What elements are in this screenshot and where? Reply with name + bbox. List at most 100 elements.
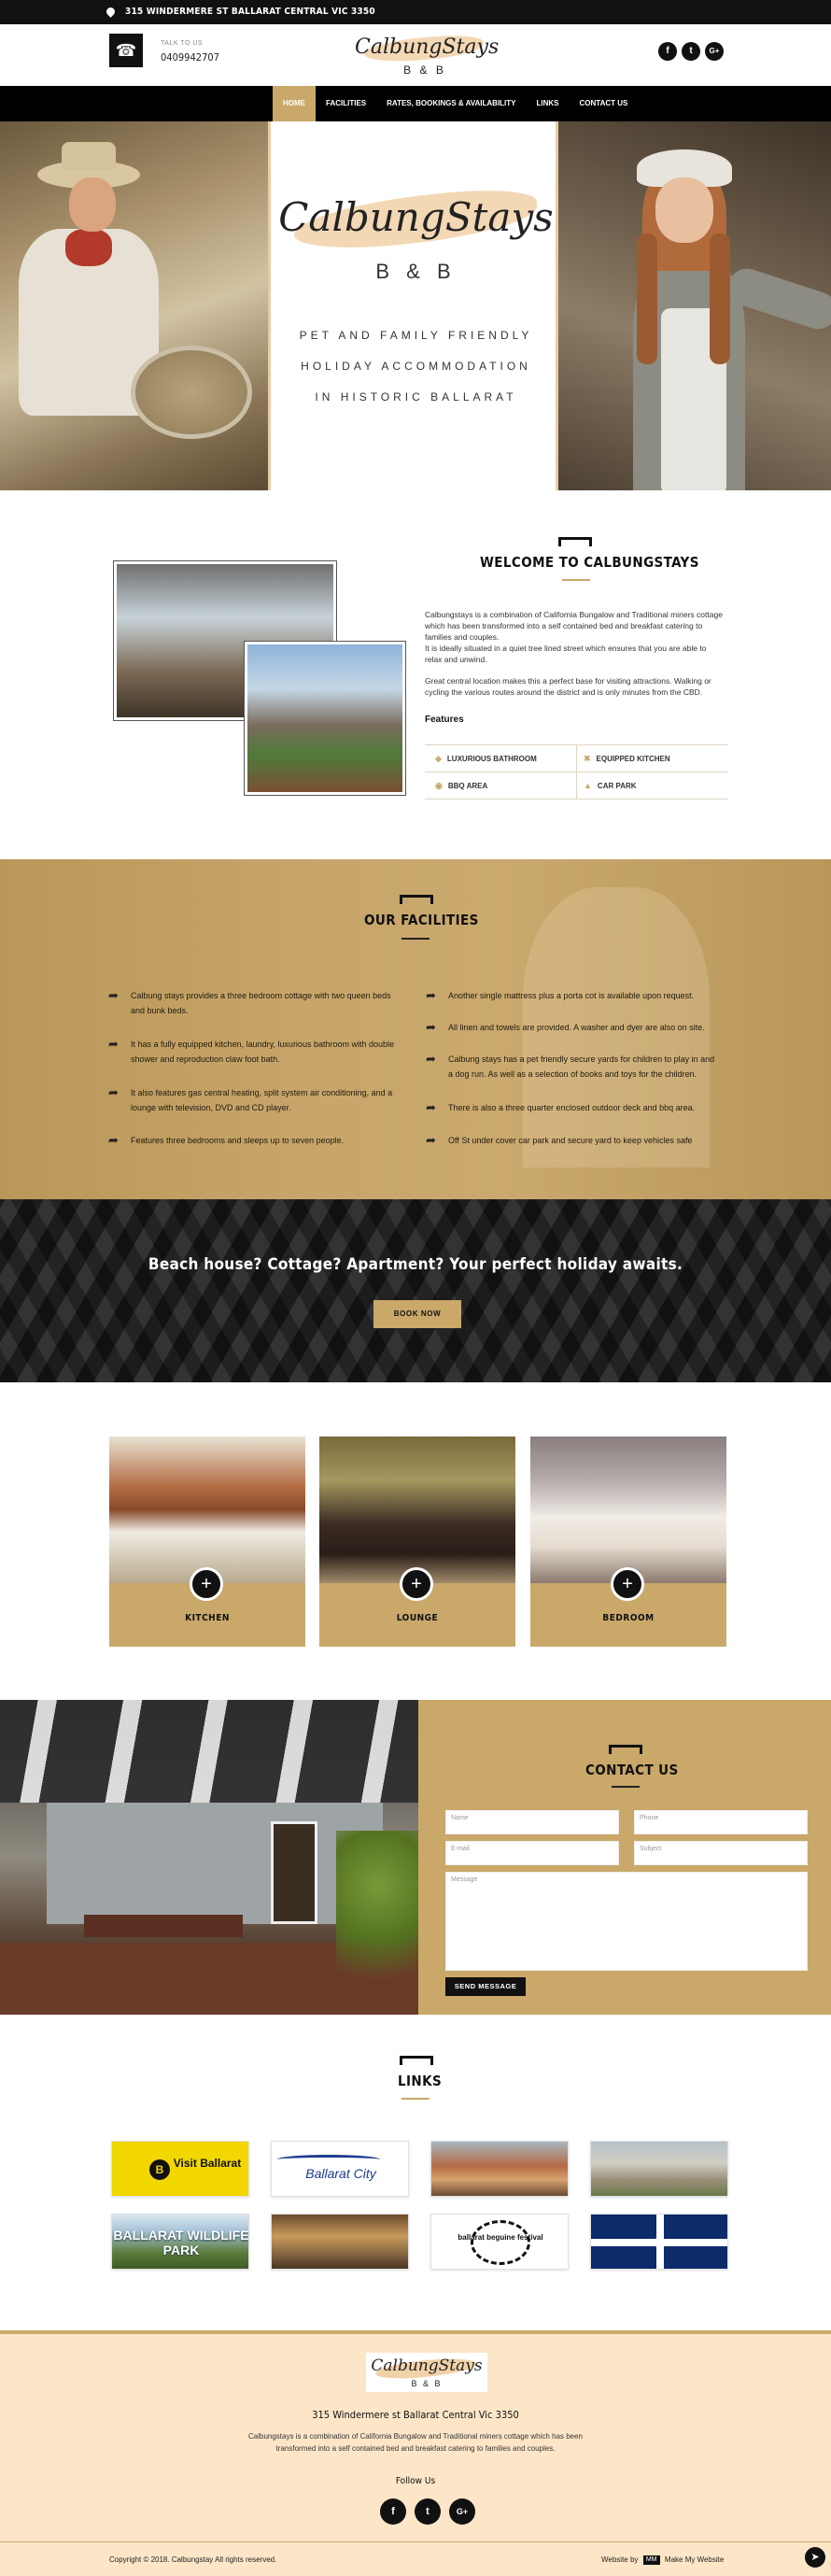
subject-field[interactable]: Subject <box>634 1841 808 1865</box>
hero-center-panel: CalbungStays B & B PET AND FAMILY FRIEND… <box>268 121 558 490</box>
bath-icon: ◈ <box>435 754 442 763</box>
welcome-title: WELCOME TO CALBUNGSTAYS <box>480 554 699 571</box>
room-card-kitchen[interactable]: + KITCHEN <box>109 1437 305 1647</box>
title-underline <box>401 938 430 940</box>
feature-bbq: ◉ BBQ AREA <box>435 781 488 790</box>
facility-right-5: ➦ Off St under cover car park and secure … <box>426 1133 693 1147</box>
message-field[interactable]: Message <box>445 1872 808 1971</box>
hero-tagline-2: HOLIDAY ACCOMMODATION <box>301 360 531 373</box>
share-arrow-icon: ➦ <box>426 1052 436 1066</box>
room-card-lounge[interactable]: + LOUNGE <box>319 1437 515 1647</box>
room-label: LOUNGE <box>396 1613 439 1623</box>
made-by-brand: Make My Website <box>664 2555 725 2565</box>
share-arrow-icon: ➦ <box>108 988 119 1002</box>
share-arrow-icon: ➦ <box>426 1133 436 1147</box>
made-by[interactable]: Website by MM Make My Website <box>601 2555 724 2565</box>
welcome-paragraph-1: Calbungstays is a combination of Califor… <box>425 610 723 642</box>
footer-description: Calbungstays is a combination of Califor… <box>0 2430 831 2455</box>
scroll-to-top-icon[interactable]: ➤ <box>805 2547 825 2568</box>
link-sovereign-hill[interactable] <box>430 2141 569 2197</box>
room-label: KITCHEN <box>185 1613 230 1623</box>
title-bracket <box>400 895 433 904</box>
hero: CalbungStays B & B PET AND FAMILY FRIEND… <box>0 121 831 490</box>
link-old-gaol[interactable] <box>590 2141 728 2197</box>
top-bar: 315 WINDERMERE ST BALLARAT CENTRAL VIC 3… <box>0 0 831 24</box>
kitchen-photo <box>109 1437 305 1583</box>
title-bracket <box>558 537 592 546</box>
plus-icon[interactable]: + <box>190 1567 223 1601</box>
share-arrow-icon: ➦ <box>426 1100 436 1114</box>
links-section: LINKS B Visit Ballarat Ballarat City BAL… <box>0 2015 831 2330</box>
twitter-icon[interactable]: t <box>415 2498 441 2525</box>
title-bracket <box>609 1745 642 1754</box>
bedroom-photo <box>530 1437 726 1583</box>
title-underline <box>401 2098 430 2100</box>
site-logo[interactable]: CalbungStays B & B <box>355 30 500 82</box>
house-front-photo <box>244 641 406 796</box>
facilities-section: OUR FACILITIES ➦ Calbung stays provides a… <box>0 859 831 1199</box>
phone-field[interactable]: Phone <box>634 1810 808 1834</box>
link-label: BALLARAT WILDLIFE PARK <box>113 2228 249 2258</box>
email-field[interactable]: E-mail <box>445 1841 619 1865</box>
footer-logo[interactable]: CalbungStays B & B <box>366 2353 487 2392</box>
hero-tagline-1: PET AND FAMILY FRIENDLY <box>299 329 533 342</box>
contact-title: CONTACT US <box>585 1762 679 1778</box>
book-now-button[interactable]: BOOK NOW <box>373 1300 461 1328</box>
logo-sub: B & B <box>403 64 446 77</box>
feature-bathroom: ◈ LUXURIOUS BATHROOM <box>435 754 537 763</box>
bbq-icon: ◉ <box>435 781 443 790</box>
twitter-icon[interactable]: t <box>682 42 700 61</box>
welcome-section: WELCOME TO CALBUNGSTAYS Calbungstays is … <box>0 490 831 859</box>
room-card-bedroom[interactable]: + BEDROOM <box>530 1437 726 1647</box>
logo-name: CalbungStays <box>355 35 500 59</box>
link-eureka-flag[interactable]: ✶ <box>590 2214 728 2270</box>
nav-home[interactable]: HOME <box>273 86 316 121</box>
lounge-photo <box>319 1437 515 1583</box>
link-label: Ballarat City <box>305 2166 376 2181</box>
welcome-paragraph-3: Great central location makes this a perf… <box>425 676 711 697</box>
name-field[interactable]: Name <box>445 1810 619 1834</box>
facility-right-4: ➦ There is also a three quarter enclosed … <box>426 1100 696 1114</box>
title-bracket <box>400 2056 433 2065</box>
footer-logo-sub: B & B <box>411 2379 443 2388</box>
header: ☎ TALK TO US 0409942707 CalbungStays B &… <box>0 24 831 86</box>
link-art-gallery[interactable] <box>271 2214 409 2270</box>
facility-left-1: ➦ Calbung stays provides a three bedroom … <box>108 988 391 1015</box>
feature-kitchen: ✖ EQUIPPED KITCHEN <box>584 754 670 763</box>
rooms-section: + KITCHEN + LOUNGE + BEDROOM <box>0 1382 831 1700</box>
plus-icon[interactable]: + <box>611 1567 644 1601</box>
cta-banner: Beach house? Cottage? Apartment? Your pe… <box>0 1199 831 1382</box>
location-pin-icon <box>105 6 117 18</box>
plus-icon[interactable]: + <box>400 1567 433 1601</box>
facebook-icon[interactable]: f <box>658 42 677 61</box>
features-heading: Features <box>425 715 464 725</box>
hero-gold-panner-photo <box>0 121 268 490</box>
hero-logo-sub: B & B <box>375 260 457 283</box>
link-visit-ballarat[interactable]: B Visit Ballarat <box>111 2141 249 2197</box>
make-my-website-logo: MM <box>642 2555 660 2565</box>
phone-number[interactable]: 0409942707 <box>161 51 219 64</box>
feature-car-park: ▲ CAR PARK <box>584 781 637 790</box>
facility-left-2: ➦ It has a fully equipped kitchen, laundr… <box>108 1037 395 1064</box>
nav-links[interactable]: LINKS <box>527 86 570 121</box>
nav-contact[interactable]: CONTACT US <box>570 86 639 121</box>
google-plus-icon[interactable]: G+ <box>705 42 724 61</box>
footer-desc-line-1: Calbungstays is a combination of Califor… <box>248 2432 583 2441</box>
facebook-icon[interactable]: f <box>380 2498 406 2525</box>
talk-to-us-label: TALK TO US <box>161 40 204 47</box>
nav-facilities[interactable]: FACILITIES <box>316 86 376 121</box>
link-wildlife-park[interactable]: BALLARAT WILDLIFE PARK <box>111 2214 249 2270</box>
share-arrow-icon: ➦ <box>108 1133 119 1147</box>
link-ballarat-city[interactable]: Ballarat City <box>271 2141 409 2197</box>
room-label: BEDROOM <box>602 1613 655 1623</box>
phone-icon[interactable]: ☎ <box>109 34 143 67</box>
cta-title: Beach house? Cottage? Apartment? Your pe… <box>148 1255 683 1274</box>
link-beguine-festival[interactable]: ballarat beguine festival <box>430 2214 569 2270</box>
nav-rates[interactable]: RATES, BOOKINGS & AVAILABILITY <box>376 86 526 121</box>
facility-right-1: ➦ Another single mattress plus a porta co… <box>426 988 695 1002</box>
bottom-bar: Copyright © 2018. Calbungstay All rights… <box>0 2541 831 2576</box>
google-plus-icon[interactable]: G+ <box>449 2498 475 2525</box>
follow-us-label: Follow Us <box>395 2476 436 2486</box>
copyright: Copyright © 2018. Calbungstay All rights… <box>109 2555 277 2564</box>
send-message-button[interactable]: SEND MESSAGE <box>445 1977 526 1996</box>
